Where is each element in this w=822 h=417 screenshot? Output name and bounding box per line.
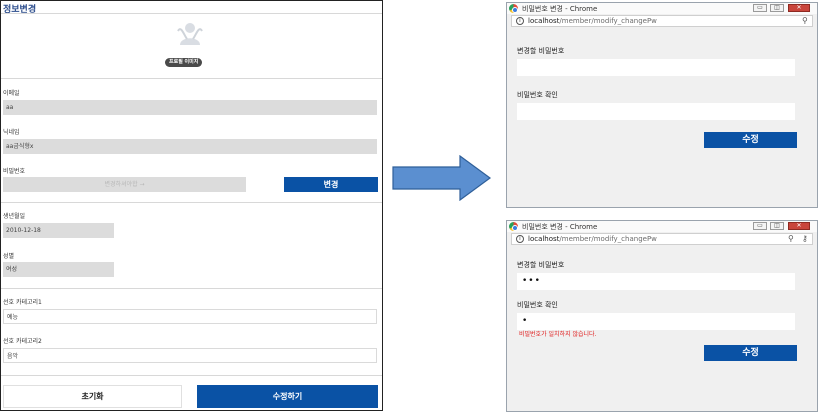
new-password-label: 변경할 비밀번호 (517, 261, 565, 269)
reset-button[interactable]: 초기화 (3, 385, 182, 408)
password-field: 변경하셔야합 → (3, 177, 246, 192)
modify-button[interactable]: 수정 (704, 345, 797, 361)
divider (1, 13, 382, 14)
nickname-field: aa금식형x (3, 139, 377, 154)
category1-label: 선호 카테고리1 (3, 299, 42, 306)
submit-button[interactable]: 수정하기 (197, 385, 378, 408)
search-icon[interactable]: ⚲ (802, 16, 808, 26)
password-label: 비밀번호 (3, 168, 26, 175)
modify-button[interactable]: 수정 (704, 132, 797, 148)
minimize-icon[interactable]: ▭ (753, 4, 767, 12)
key-icon[interactable]: ⚷ (802, 234, 808, 244)
address-bar[interactable]: i localhost/member/modify_changePw ⚲ ⚷ (511, 233, 813, 245)
birthdate-label: 생년월일 (3, 213, 26, 220)
new-password-input[interactable] (517, 59, 795, 76)
divider (1, 78, 382, 79)
confirm-password-label: 비밀번호 확인 (517, 301, 558, 309)
nickname-label: 닉네임 (3, 129, 20, 136)
email-field: aa (3, 100, 377, 115)
birthdate-field: 2010-12-18 (3, 223, 114, 238)
new-password-label: 변경할 비밀번호 (517, 47, 565, 55)
restore-icon[interactable]: ◫ (770, 222, 784, 230)
gender-field: 여성 (3, 262, 114, 277)
profile-edit-panel: 정보변경 프로필 이미지 이메일 aa 닉네임 aa금식형x 비밀번호 변경하셔… (0, 0, 383, 411)
minimize-icon[interactable]: ▭ (753, 222, 767, 230)
divider (1, 202, 382, 203)
category2-label: 선호 카테고리2 (3, 338, 42, 345)
address-bar[interactable]: i localhost/member/modify_changePw ⚲ (511, 15, 813, 27)
right-arrow-icon (392, 155, 492, 201)
avatar-icon[interactable] (175, 19, 205, 49)
window-title: 비밀번호 변경 - Chrome (522, 5, 598, 13)
password-popup-window: 비밀번호 변경 - Chrome ▭ ◫ ✕ i localhost/membe… (506, 2, 818, 208)
divider (1, 375, 382, 376)
url-path: /member/modify_changePw (559, 17, 657, 25)
info-icon[interactable]: i (516, 235, 524, 243)
confirm-password-input[interactable] (517, 103, 795, 120)
window-title: 비밀번호 변경 - Chrome (522, 223, 598, 231)
chrome-logo-icon (509, 222, 518, 231)
email-label: 이메일 (3, 90, 20, 97)
url-path: /member/modify_changePw (559, 235, 657, 243)
url-host: localhost (528, 235, 560, 243)
restore-icon[interactable]: ◫ (770, 4, 784, 12)
confirm-password-input[interactable]: • (517, 313, 795, 330)
new-password-input[interactable]: ••• (517, 273, 795, 290)
error-message: 비밀번호가 일치하지 않습니다. (519, 331, 597, 338)
search-icon[interactable]: ⚲ (788, 234, 794, 244)
category1-field[interactable]: 예능 (3, 309, 377, 324)
chrome-logo-icon (509, 4, 518, 13)
gender-label: 성별 (3, 253, 15, 260)
close-icon[interactable]: ✕ (788, 4, 810, 12)
password-popup-window-error: 비밀번호 변경 - Chrome ▭ ◫ ✕ i localhost/membe… (506, 220, 818, 412)
info-icon[interactable]: i (516, 17, 524, 25)
window-titlebar[interactable]: 비밀번호 변경 - Chrome ▭ ◫ ✕ (507, 3, 817, 14)
profile-image-badge[interactable]: 프로필 이미지 (165, 58, 203, 67)
confirm-password-label: 비밀번호 확인 (517, 91, 558, 99)
divider (1, 288, 382, 289)
change-password-button[interactable]: 변경 (284, 177, 378, 192)
url-host: localhost (528, 17, 560, 25)
category2-field[interactable]: 음악 (3, 348, 377, 363)
close-icon[interactable]: ✕ (788, 222, 810, 230)
window-titlebar[interactable]: 비밀번호 변경 - Chrome ▭ ◫ ✕ (507, 221, 817, 232)
